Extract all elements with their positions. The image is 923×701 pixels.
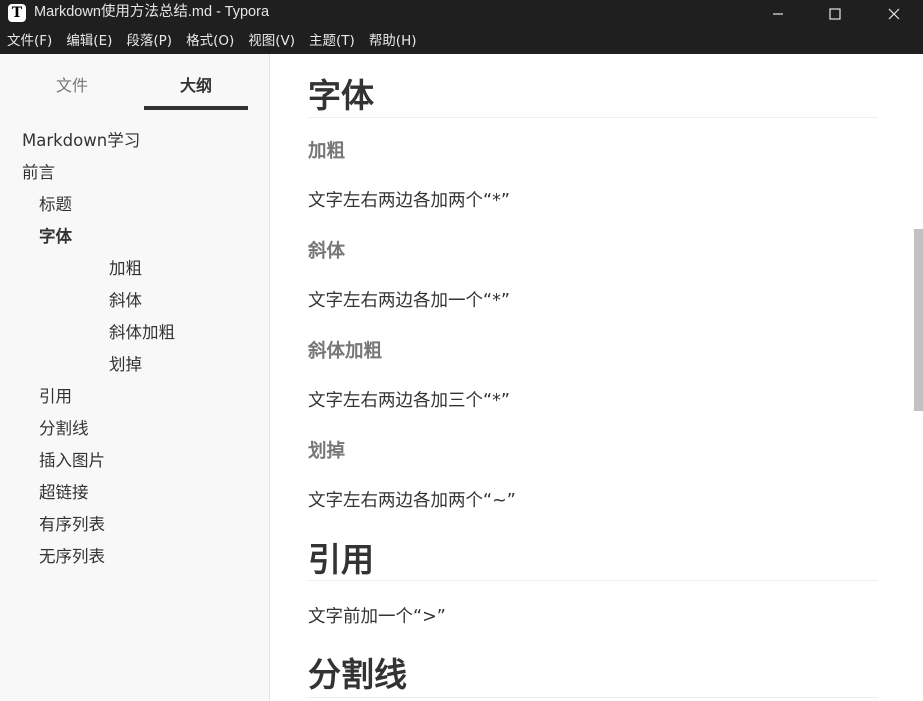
outline-item-preface[interactable]: 前言 [22, 162, 55, 184]
active-tab-indicator [144, 106, 248, 110]
window-title: Markdown使用方法总结.md - Typora [34, 4, 270, 20]
outline-item-bold-italic[interactable]: 斜体加粗 [109, 322, 175, 344]
outline-item-markdown-study[interactable]: Markdown学习 [22, 130, 140, 152]
outline-item-italic[interactable]: 斜体 [109, 290, 142, 312]
heading-divider[interactable]: 分割线 [308, 655, 407, 695]
editor-area[interactable]: 字体 加粗 文字左右两边各加两个“*” 斜体 文字左右两边各加一个“*” 斜体加… [270, 54, 923, 701]
close-icon [888, 8, 900, 20]
minimize-button[interactable] [755, 0, 801, 28]
menu-edit[interactable]: 编辑(E) [59, 28, 119, 54]
outline-item-unordered-list[interactable]: 无序列表 [39, 546, 105, 568]
menu-view[interactable]: 视图(V) [241, 28, 302, 54]
menu-theme[interactable]: 主题(T) [302, 28, 362, 54]
maximize-icon [829, 8, 841, 20]
heading-underline [308, 697, 878, 698]
outline-item-quote[interactable]: 引用 [39, 386, 72, 408]
heading-underline [308, 580, 878, 581]
paragraph-italic[interactable]: 文字左右两边各加一个“*” [308, 289, 510, 313]
paragraph-bold[interactable]: 文字左右两边各加两个“*” [308, 189, 510, 213]
menu-format[interactable]: 格式(O) [179, 28, 241, 54]
outline-item-fonts[interactable]: 字体 [39, 226, 72, 248]
sidebar: 文件 大纲 Markdown学习 前言 标题 字体 加粗 斜体 斜体加粗 划掉 … [0, 54, 270, 701]
subheading-italic[interactable]: 斜体 [308, 240, 345, 264]
outline-item-headings[interactable]: 标题 [39, 194, 72, 216]
outline-item-ordered-list[interactable]: 有序列表 [39, 514, 105, 536]
heading-quote[interactable]: 引用 [308, 540, 374, 580]
tab-outline[interactable]: 大纲 [144, 76, 248, 96]
close-button[interactable] [871, 0, 917, 28]
outline-item-divider[interactable]: 分割线 [39, 418, 89, 440]
heading-fonts[interactable]: 字体 [308, 76, 374, 116]
menu-paragraph[interactable]: 段落(P) [119, 28, 179, 54]
paragraph-quote[interactable]: 文字前加一个“>” [308, 605, 446, 629]
menu-help[interactable]: 帮助(H) [362, 28, 424, 54]
outline-item-insert-image[interactable]: 插入图片 [39, 450, 105, 472]
subheading-bold[interactable]: 加粗 [308, 140, 345, 164]
paragraph-strikethrough[interactable]: 文字左右两边各加两个“~” [308, 489, 516, 513]
maximize-button[interactable] [812, 0, 858, 28]
typora-app-icon: T [8, 4, 26, 22]
scrollbar-thumb[interactable] [914, 229, 923, 411]
tab-files[interactable]: 文件 [20, 76, 124, 96]
outline-item-bold[interactable]: 加粗 [109, 258, 142, 280]
outline-item-hyperlink[interactable]: 超链接 [39, 482, 89, 504]
minimize-icon [773, 13, 783, 15]
menu-bar: 文件(F) 编辑(E) 段落(P) 格式(O) 视图(V) 主题(T) 帮助(H… [0, 28, 923, 54]
menu-file[interactable]: 文件(F) [0, 28, 59, 54]
subheading-bold-italic[interactable]: 斜体加粗 [308, 340, 382, 364]
paragraph-bold-italic[interactable]: 文字左右两边各加三个“*” [308, 389, 510, 413]
subheading-strikethrough[interactable]: 划掉 [308, 440, 345, 464]
outline-item-strikethrough[interactable]: 划掉 [109, 354, 142, 376]
title-bar: T Markdown使用方法总结.md - Typora [0, 0, 923, 28]
heading-underline [308, 117, 878, 118]
